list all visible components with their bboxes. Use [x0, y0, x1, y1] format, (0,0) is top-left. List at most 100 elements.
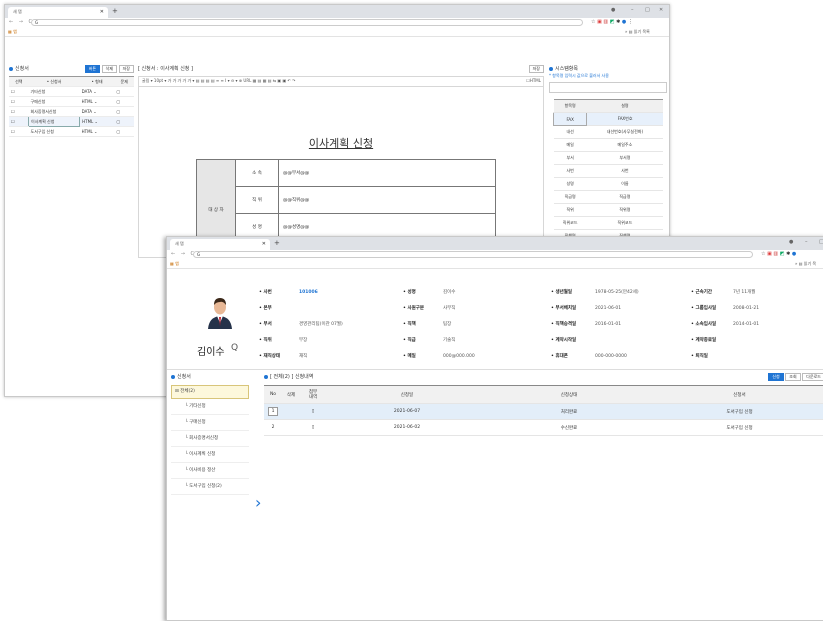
form-type[interactable]: HTML ⌄	[79, 116, 115, 127]
minimize-icon[interactable]: –	[805, 239, 808, 245]
item-desc: 직위코드	[586, 216, 663, 230]
row-form: 도서구입 신청	[650, 403, 823, 420]
row-delete[interactable]	[282, 419, 300, 436]
system-items-panel: 시스템항목 * 항목명 입력시 값으로 불러서 사용 항목명 설명 FAX FAX번…	[549, 65, 667, 243]
close-window-icon[interactable]: ✕	[659, 7, 663, 13]
form-name: 기타신청	[28, 86, 80, 97]
system-items-title: 시스템항목	[555, 66, 579, 72]
table-row[interactable]: 직급명 직급명	[553, 190, 663, 204]
field-value: 101006	[299, 290, 318, 295]
tree-item[interactable]: └ 도서구입 신청(2)	[171, 479, 249, 495]
browser-tab[interactable]: 새 탭 ✕	[170, 239, 270, 250]
new-button[interactable]: 버튼	[84, 65, 101, 73]
table-row[interactable]: FAX FAX번호	[552, 112, 663, 126]
divider	[167, 369, 823, 370]
doc-icon[interactable]: ▢	[114, 126, 134, 137]
doc-icon[interactable]: ▢	[114, 96, 134, 107]
tree-item[interactable]: └ 회사증명서신청	[171, 431, 249, 447]
row-no-value: 1	[267, 407, 279, 416]
html-toggle[interactable]: ☐HTML	[526, 77, 541, 85]
table-row[interactable]: 사번 사번	[553, 164, 663, 178]
form-editor: [ 신청서 : 이사계획 신청 ] 저장 굴림 ▾ 10pt ▾ 가 가 가 가…	[138, 65, 544, 261]
table-row[interactable]: ☐ 기타신청 DATA ⌄ ▢	[9, 86, 134, 97]
table-row[interactable]: 2 ▯ 2021-06-02 수신완료 도서구입 신청	[264, 419, 823, 436]
address-input[interactable]: G	[193, 251, 753, 258]
address-input[interactable]: G	[31, 19, 583, 26]
table-row[interactable]: ☐ 구매신청 HTML ⌄ ▢	[9, 96, 134, 107]
profile-icon[interactable]: ●	[611, 7, 615, 13]
form-table: 선택 • 신청서 • 형태 문제 ☐ 기타신청 DATA ⌄ ▢ ☐ 구매신청 …	[9, 76, 134, 137]
table-row[interactable]: ☐ 도서구입 신청 HTML ⌄ ▢	[9, 126, 134, 137]
close-tab-icon[interactable]: ✕	[100, 9, 104, 15]
chevron-right-icon[interactable]: ›	[255, 493, 261, 512]
extension-icons[interactable]: ☆ ▣ ▥ ◩ ✱ ●	[761, 251, 796, 257]
new-tab-icon[interactable]: +	[112, 7, 118, 15]
tree-item-label: 회사증명서신청	[189, 436, 219, 441]
save-button[interactable]: 저장	[118, 65, 134, 73]
minimize-icon[interactable]: –	[631, 7, 634, 13]
form-type[interactable]: HTML ⌄	[79, 126, 115, 137]
field-key: • 근속기간	[691, 290, 713, 295]
field-key: • 성명	[403, 290, 416, 295]
table-row[interactable]: ☐ 회사증명서신청 DATA ⌄ ▢	[9, 106, 134, 117]
field-key: • 부서	[259, 322, 272, 327]
field-birthdate: • 생년월일 1978-05-25(만42세)	[551, 289, 639, 295]
section-bullet-icon	[9, 66, 13, 71]
table-row[interactable]: 직위코드 직위코드	[553, 216, 663, 230]
tree-item[interactable]: └ 이사계획 신청	[171, 447, 249, 463]
attachment-icon[interactable]: ▯	[300, 419, 326, 436]
table-row[interactable]: 내선 내선번호(사무실전화)	[553, 125, 663, 139]
toolbar-controls[interactable]: 굴림 ▾ 10pt ▾ 가 가 가 가 가 ▾ ▤ ▤ ▤ ▤ ≡ ≡ I ▾ …	[142, 78, 296, 83]
browser-tab[interactable]: 새 탭 ✕	[8, 7, 108, 18]
form-type[interactable]: DATA ⌄	[79, 106, 115, 117]
maximize-icon[interactable]: □	[645, 7, 650, 13]
editor-save-button[interactable]: 저장	[528, 65, 544, 73]
close-tab-icon[interactable]: ✕	[262, 241, 266, 247]
apply-button[interactable]: 신청	[768, 373, 784, 381]
tree-item[interactable]: └ 이사비용 정산	[171, 463, 249, 479]
new-tab-icon[interactable]: +	[274, 239, 280, 247]
table-row[interactable]: 성명 이름	[553, 177, 663, 191]
tree-root-label: 전체(2)	[180, 389, 195, 394]
search-button[interactable]: 조회	[785, 373, 801, 381]
download-button[interactable]: 다운로드	[802, 373, 823, 381]
maximize-icon[interactable]: □	[819, 239, 823, 245]
table-row[interactable]: 직위 직위명	[553, 203, 663, 217]
reading-list-label: 읽기 목록	[633, 29, 650, 34]
apps-bookmark[interactable]: ▦ 앱	[8, 29, 17, 35]
row-checkbox[interactable]: ☐	[9, 86, 29, 97]
search-icon[interactable]: Q	[231, 343, 238, 353]
row-checkbox[interactable]: ☐	[9, 96, 29, 107]
extension-icons[interactable]: ☆ ▣ ▥ ◩ ✱ ● ⋮	[591, 19, 633, 25]
item-desc: 부서명	[586, 151, 663, 165]
row-checkbox[interactable]: ☐	[9, 116, 29, 127]
doc-icon[interactable]: ▢	[114, 86, 134, 97]
row-checkbox[interactable]: ☐	[9, 106, 29, 117]
profile-icon[interactable]: ●	[789, 239, 793, 245]
row-delete[interactable]	[282, 403, 300, 420]
row-checkbox[interactable]: ☐	[9, 126, 29, 137]
doc-icon[interactable]: ▢	[114, 106, 134, 117]
editor-document[interactable]: 이사계획 신청 대 상 자 소 속 @@부서@@ 직 위 @@직위@@ 성 명 …	[138, 87, 544, 261]
row-no: 2	[264, 419, 282, 436]
form-type[interactable]: HTML ⌄	[79, 96, 115, 107]
tree-root-item[interactable]: ⊟ 전체(2)	[171, 385, 249, 399]
tree-item[interactable]: └ 기타신청	[171, 399, 249, 415]
doc-icon[interactable]: ▢	[114, 116, 134, 127]
table-row[interactable]: 메일 메일주소	[553, 138, 663, 152]
tree-item[interactable]: └ 구매신청	[171, 415, 249, 431]
reading-list[interactable]: » ▤ 읽기 목	[795, 261, 816, 267]
form-type[interactable]: DATA ⌄	[79, 86, 115, 97]
table-row[interactable]: 1 ▯ 2021-06-07 처리완료 도서구입 신청	[264, 403, 823, 420]
field-key: • 부서배치일	[551, 306, 577, 311]
editor-toolbar[interactable]: 굴림 ▾ 10pt ▾ 가 가 가 가 가 ▾ ▤ ▤ ▤ ▤ ≡ ≡ I ▾ …	[138, 76, 544, 87]
field-employee-type: • 사원구분 사무직	[403, 305, 455, 311]
table-row[interactable]: ☐ 이사계획 신청 HTML ⌄ ▢	[9, 116, 134, 127]
attachment-icon[interactable]: ▯	[300, 403, 326, 420]
reading-list[interactable]: » ▤ 읽기 목록	[625, 29, 650, 35]
delete-button[interactable]: 삭제	[101, 65, 118, 73]
apps-bookmark[interactable]: ▦ 앱	[170, 261, 179, 267]
html-toggle-label: HTML	[529, 78, 541, 83]
table-row[interactable]: 부서 부서명	[553, 151, 663, 165]
system-item-input[interactable]	[549, 82, 667, 93]
